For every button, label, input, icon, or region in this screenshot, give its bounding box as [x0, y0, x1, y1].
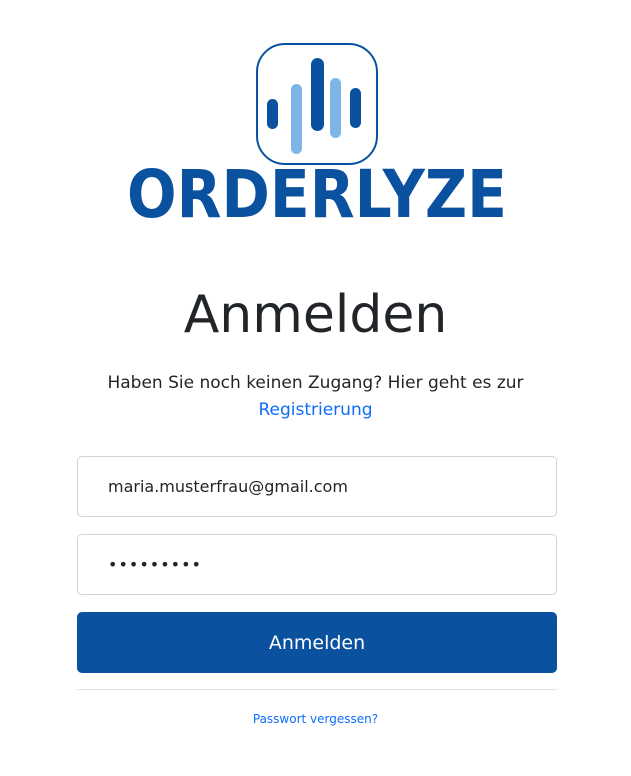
forgot-password: Passwort vergessen? [0, 710, 631, 728]
logo-wordmark: ORDERLYZE [127, 156, 507, 228]
forgot-password-link[interactable]: Passwort vergessen? [253, 712, 378, 726]
register-prompt-text: Haben Sie noch keinen Zugang? Hier geht … [107, 373, 524, 393]
page-title: Anmelden [183, 285, 448, 345]
password-field[interactable] [77, 534, 557, 595]
login-button[interactable]: Anmelden [77, 612, 557, 673]
divider [77, 689, 557, 690]
register-link[interactable]: Registrierung [258, 400, 372, 420]
register-prompt: Haben Sie noch keinen Zugang? Hier geht … [0, 370, 631, 424]
logo-text: ORDERLYZE [127, 156, 507, 228]
logo-icon [256, 43, 378, 165]
email-field[interactable] [77, 456, 557, 517]
